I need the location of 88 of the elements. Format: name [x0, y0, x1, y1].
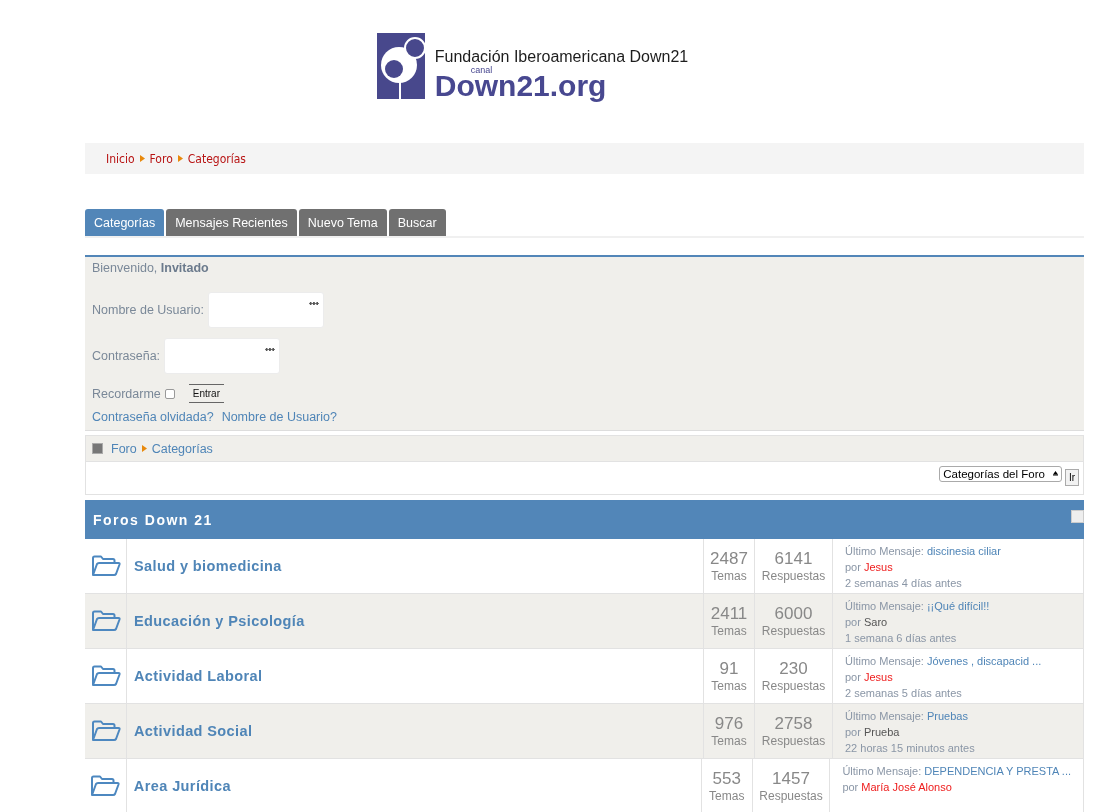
folder-icon [90, 775, 121, 797]
by-label: por [845, 561, 861, 573]
post-time: 2 semanas 5 días antes [845, 687, 962, 699]
topic-count: 91 [719, 658, 739, 678]
folder-icon [90, 665, 121, 687]
forum-title[interactable]: Educación y Psicología [134, 613, 305, 629]
square-icon [92, 443, 103, 454]
last-post-label: Último Mensaje: [845, 600, 924, 612]
breadcrumb-link[interactable]: Foro [149, 151, 173, 166]
forum-title[interactable]: Actividad Social [134, 723, 253, 739]
by-label: por [845, 726, 861, 738]
path-link[interactable]: Categorías [151, 441, 213, 456]
field-label: Nombre de Usuario: [92, 303, 204, 317]
post-link[interactable]: Jóvenes , discapacid ... [926, 655, 1042, 667]
folder-icon [90, 555, 121, 577]
tab[interactable]: Nuevo Tema [298, 209, 387, 236]
topic-count: 2411 [710, 603, 748, 623]
collapse-icon[interactable] [1071, 510, 1084, 523]
author-link[interactable]: Prueba [863, 726, 900, 738]
author-link[interactable]: Jesus [863, 671, 893, 683]
dots-icon [308, 302, 319, 305]
post-time: 22 horas 15 minutos antes [845, 742, 975, 754]
forum-title[interactable]: Salud y biomedicina [134, 558, 282, 574]
author-link[interactable]: Saro [863, 616, 888, 628]
count-label: Respuestas [759, 787, 823, 804]
logo-subtitle: canal [470, 66, 494, 75]
count-label: Temas [709, 787, 745, 804]
by-label: por [845, 616, 861, 628]
forum-title[interactable]: Area Jurídica [133, 778, 231, 794]
count-label: Temas [711, 677, 747, 694]
checkbox[interactable] [164, 388, 175, 399]
post-link[interactable]: discinesia ciliar [926, 545, 1001, 557]
topic-count: 2487 [710, 548, 748, 568]
last-post-label: Último Mensaje: [845, 710, 924, 722]
logo-icon [376, 33, 425, 99]
post-link[interactable]: DEPENDENCIA Y PRESTA ... [924, 765, 1071, 777]
reply-count: 6000 [774, 603, 813, 623]
by-label: por [845, 671, 861, 683]
count-label: Temas [711, 567, 747, 584]
last-post-label: Último Mensaje: [845, 655, 924, 667]
count-label: Temas [711, 622, 747, 639]
reply-count: 1457 [772, 768, 810, 788]
logo-title: Fundación Iberoamericana Down21 [434, 48, 689, 66]
field-label: Contraseña: [92, 349, 161, 363]
arrow-icon [141, 445, 147, 452]
reply-count: 6141 [774, 548, 813, 568]
forum-title[interactable]: Actividad Laboral [134, 668, 263, 684]
count-label: Respuestas [761, 732, 826, 749]
caret-icon [1052, 470, 1058, 478]
breadcrumb-link[interactable]: Inicio [106, 151, 135, 166]
arrow-icon [139, 155, 145, 162]
tab[interactable]: Categorías [85, 209, 165, 236]
submit-button[interactable]: Entrar [188, 384, 224, 403]
dots-icon [265, 348, 276, 351]
by-label: por [842, 781, 859, 793]
post-time: 2 semanas 4 días antes [845, 577, 962, 589]
author-link[interactable]: Jesus [863, 561, 893, 573]
reply-count: 230 [779, 658, 808, 678]
breadcrumb-link[interactable]: Categorías [187, 151, 246, 166]
path-link[interactable]: Foro [111, 441, 137, 456]
folder-icon [90, 720, 121, 742]
post-time: 1 semana 6 días antes [845, 632, 957, 644]
welcome-text: Bienvenido, Invitado [92, 261, 209, 275]
link[interactable]: Contraseña olvidada? [92, 410, 214, 424]
tab[interactable]: Mensajes Recientes [166, 209, 297, 236]
count-label: Respuestas [761, 622, 826, 639]
tab[interactable]: Buscar [388, 209, 446, 236]
count-label: Respuestas [761, 567, 826, 584]
input-field[interactable] [207, 292, 324, 328]
section-title: Foros Down 21 [93, 511, 213, 528]
author-link[interactable]: María José Alonso [861, 781, 952, 793]
folder-icon [90, 610, 121, 632]
topic-count: 553 [712, 768, 741, 788]
last-post-label: Último Mensaje: [845, 545, 924, 557]
go-button[interactable]: Ir [1064, 469, 1079, 486]
count-label: Temas [711, 732, 747, 749]
reply-count: 2758 [774, 713, 813, 733]
arrow-icon [177, 155, 183, 162]
count-label: Respuestas [761, 677, 826, 694]
post-link[interactable]: ¡¡Qué difícil!! [926, 600, 990, 612]
category-select[interactable]: Categorías del Foro [939, 466, 1062, 482]
link[interactable]: Nombre de Usuario? [221, 410, 337, 424]
field-label: Recordarme [92, 386, 161, 401]
logo-name: Down21.org [434, 72, 608, 100]
topic-count: 976 [714, 713, 744, 733]
post-link[interactable]: Pruebas [926, 710, 968, 722]
last-post-label: Último Mensaje: [842, 765, 922, 777]
input-field[interactable] [164, 338, 281, 374]
